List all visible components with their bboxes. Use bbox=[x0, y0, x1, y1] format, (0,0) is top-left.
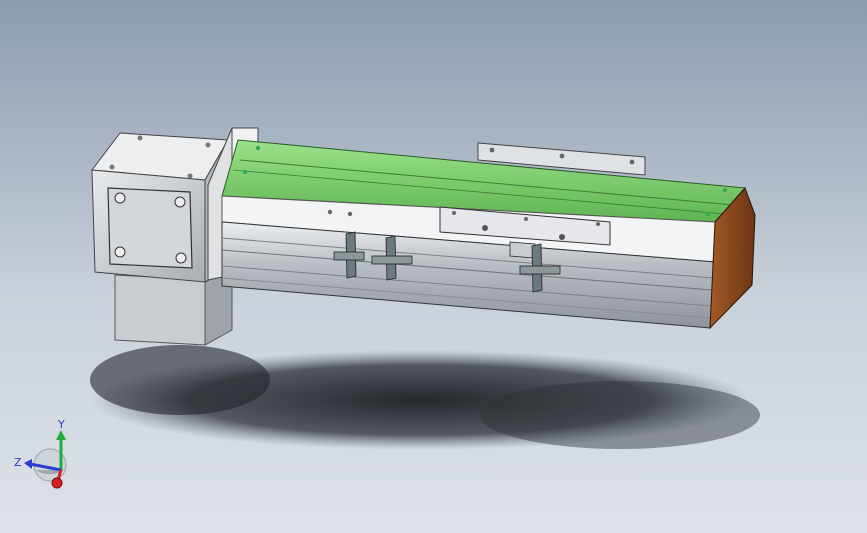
conveyor-assembly-model[interactable]: Y Z bbox=[0, 0, 867, 533]
cad-graphics-viewport[interactable]: Y Z bbox=[0, 0, 867, 533]
coordinate-triad: Y Z bbox=[14, 418, 67, 489]
z-axis-label: Z bbox=[14, 456, 22, 469]
y-axis-label: Y bbox=[57, 418, 65, 431]
floor-shadow bbox=[90, 345, 760, 450]
